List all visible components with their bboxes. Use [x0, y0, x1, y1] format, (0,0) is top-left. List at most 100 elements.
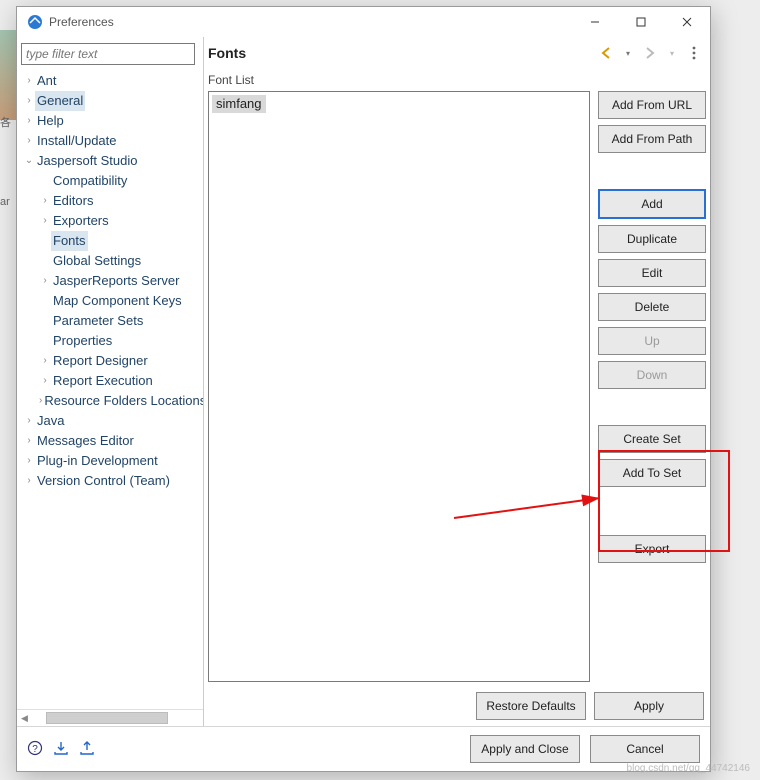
page-title: Fonts	[208, 45, 592, 61]
add-from-path-button[interactable]: Add From Path	[598, 125, 706, 153]
tree-item-label: Fonts	[51, 231, 88, 251]
scroll-left-icon[interactable]: ◀	[21, 713, 28, 724]
watermark: blog.csdn.net/qq_44742146	[627, 763, 750, 774]
tree-item[interactable]: ›Java	[17, 411, 203, 431]
tree-item[interactable]: ›Exporters	[17, 211, 203, 231]
font-list-label: Font List	[204, 71, 710, 91]
chevron-right-icon[interactable]: ›	[23, 452, 35, 470]
tree-item-label: Version Control (Team)	[35, 471, 172, 491]
tree-item[interactable]: Parameter Sets	[17, 311, 203, 331]
forward-icon[interactable]	[642, 45, 658, 61]
tree-item-label: Resource Folders Locations	[42, 391, 203, 411]
chevron-right-icon[interactable]: ›	[39, 352, 51, 370]
tree-item[interactable]: ›Plug-in Development	[17, 451, 203, 471]
window-title: Preferences	[49, 15, 572, 29]
delete-button[interactable]: Delete	[598, 293, 706, 321]
chevron-right-icon[interactable]: ›	[23, 132, 35, 150]
font-list-item[interactable]: simfang	[212, 95, 266, 113]
preferences-tree[interactable]: ›Ant›General›Help›Install/Update⌄Jaspers…	[17, 69, 203, 709]
chevron-right-icon[interactable]: ›	[23, 412, 35, 430]
chevron-right-icon[interactable]: ›	[39, 192, 51, 210]
chevron-right-icon[interactable]: ›	[23, 92, 35, 110]
apply-button[interactable]: Apply	[594, 692, 704, 720]
add-from-url-button[interactable]: Add From URL	[598, 91, 706, 119]
maximize-button[interactable]	[618, 7, 664, 37]
content-panel: Fonts ▾ ▾ Font List simfang Add From URL	[204, 37, 710, 726]
tree-item[interactable]: ›Report Designer	[17, 351, 203, 371]
tree-item-label: Jaspersoft Studio	[35, 151, 139, 171]
apply-and-close-button[interactable]: Apply and Close	[470, 735, 580, 763]
tree-item-label: Map Component Keys	[51, 291, 184, 311]
create-set-button[interactable]: Create Set	[598, 425, 706, 453]
chevron-right-icon[interactable]: ›	[23, 472, 35, 490]
preferences-dialog: Preferences ›Ant›General›Help›Install/Up…	[16, 6, 711, 772]
svg-text:?: ?	[32, 744, 38, 755]
tree-item[interactable]: Properties	[17, 331, 203, 351]
tree-item-label: Plug-in Development	[35, 451, 160, 471]
tree-item-label: Help	[35, 111, 66, 131]
chevron-right-icon[interactable]: ›	[23, 112, 35, 130]
chevron-right-icon[interactable]: ›	[39, 212, 51, 230]
font-button-column: Add From URL Add From Path Add Duplicate…	[590, 91, 706, 682]
edit-button[interactable]: Edit	[598, 259, 706, 287]
tree-item-label: Global Settings	[51, 251, 143, 271]
cancel-button[interactable]: Cancel	[590, 735, 700, 763]
font-list[interactable]: simfang	[208, 91, 590, 682]
back-icon[interactable]	[598, 45, 614, 61]
tree-item-label: Install/Update	[35, 131, 119, 151]
tree-item[interactable]: Fonts	[17, 231, 203, 251]
chevron-down-icon[interactable]: ⌄	[23, 152, 35, 170]
dialog-footer: ? Apply and Close Cancel	[17, 726, 710, 771]
close-button[interactable]	[664, 7, 710, 37]
restore-defaults-button[interactable]: Restore Defaults	[476, 692, 586, 720]
tree-item[interactable]: Global Settings	[17, 251, 203, 271]
nav-panel: ›Ant›General›Help›Install/Update⌄Jaspers…	[17, 37, 204, 726]
tree-item-label: JasperReports Server	[51, 271, 181, 291]
chevron-right-icon[interactable]: ›	[39, 372, 51, 390]
duplicate-button[interactable]: Duplicate	[598, 225, 706, 253]
import-icon[interactable]	[53, 740, 69, 759]
tree-item[interactable]: ⌄Jaspersoft Studio	[17, 151, 203, 171]
filter-input[interactable]	[21, 43, 195, 65]
tree-item[interactable]: ›Messages Editor	[17, 431, 203, 451]
tree-item[interactable]: ›Help	[17, 111, 203, 131]
tree-item-label: Compatibility	[51, 171, 129, 191]
forward-menu-icon[interactable]: ▾	[664, 45, 680, 61]
add-to-set-button[interactable]: Add To Set	[598, 459, 706, 487]
tree-item-label: Java	[35, 411, 66, 431]
export-button[interactable]: Export	[598, 535, 706, 563]
up-button[interactable]: Up	[598, 327, 706, 355]
tree-item-label: Properties	[51, 331, 114, 351]
down-button[interactable]: Down	[598, 361, 706, 389]
horizontal-scrollbar[interactable]: ◀	[17, 709, 203, 726]
tree-item[interactable]: Compatibility	[17, 171, 203, 191]
tree-item[interactable]: ›Install/Update	[17, 131, 203, 151]
minimize-button[interactable]	[572, 7, 618, 37]
tree-item-label: Editors	[51, 191, 95, 211]
tree-item[interactable]: Map Component Keys	[17, 291, 203, 311]
tree-item-label: Ant	[35, 71, 59, 91]
app-icon	[27, 14, 43, 30]
tree-item[interactable]: ›Editors	[17, 191, 203, 211]
tree-item[interactable]: ›JasperReports Server	[17, 271, 203, 291]
tree-item-label: General	[35, 91, 85, 111]
help-icon[interactable]: ?	[27, 740, 43, 759]
tree-item[interactable]: ›Resource Folders Locations	[17, 391, 203, 411]
scrollbar-thumb[interactable]	[46, 712, 168, 724]
back-menu-icon[interactable]: ▾	[620, 45, 636, 61]
tree-item[interactable]: ›Ant	[17, 71, 203, 91]
chevron-right-icon[interactable]: ›	[39, 272, 51, 290]
tree-item-label: Exporters	[51, 211, 111, 231]
tree-item[interactable]: ›General	[17, 91, 203, 111]
tree-item[interactable]: ›Version Control (Team)	[17, 471, 203, 491]
tree-item-label: Messages Editor	[35, 431, 136, 451]
tree-item[interactable]: ›Report Execution	[17, 371, 203, 391]
titlebar: Preferences	[17, 7, 710, 37]
view-menu-icon[interactable]	[686, 45, 702, 61]
tree-item-label: Report Designer	[51, 351, 150, 371]
chevron-right-icon[interactable]: ›	[23, 72, 35, 90]
export-icon[interactable]	[79, 740, 95, 759]
bg-letter: 各	[0, 114, 11, 130]
chevron-right-icon[interactable]: ›	[23, 432, 35, 450]
add-button[interactable]: Add	[598, 189, 706, 219]
